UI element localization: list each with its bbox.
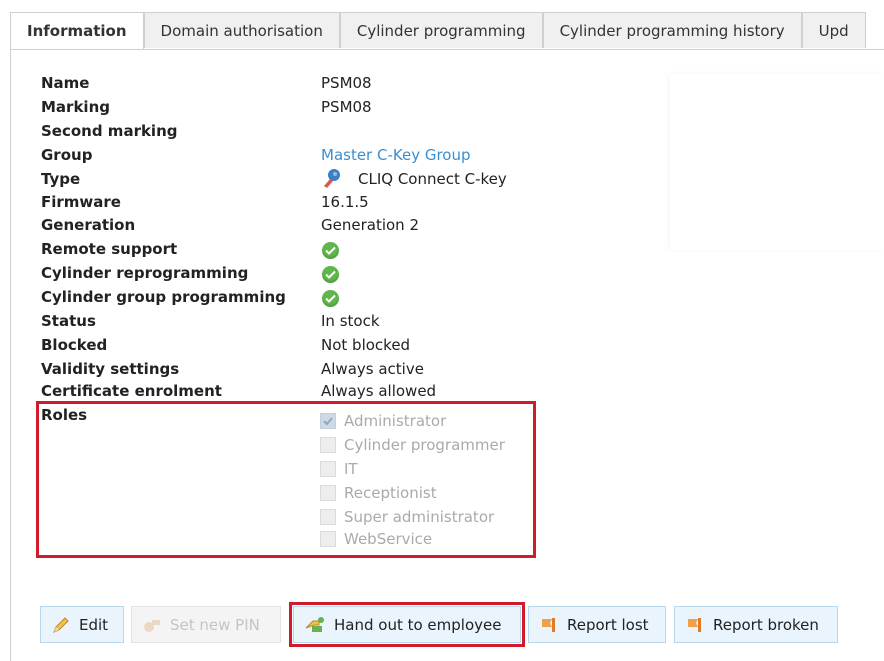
key-icon xyxy=(321,167,343,193)
role-cylinder-programmer: Cylinder programmer xyxy=(320,436,505,454)
validity-settings-label: Validity settings xyxy=(41,360,180,378)
second-marking-label: Second marking xyxy=(41,122,178,140)
cylinder-reprogramming-label: Cylinder reprogramming xyxy=(41,264,249,282)
role-administrator-checkbox[interactable] xyxy=(320,413,336,429)
report-broken-label: Report broken xyxy=(713,615,819,634)
type-value: CLIQ Connect C-key xyxy=(358,170,507,188)
edit-button[interactable]: Edit xyxy=(40,606,124,643)
hand-out-to-employee-button[interactable]: Hand out to employee xyxy=(293,606,521,643)
name-value: PSM08 xyxy=(321,74,372,92)
report-lost-label: Report lost xyxy=(567,615,649,634)
generation-label: Generation xyxy=(41,216,136,234)
group-link[interactable]: Master C-Key Group xyxy=(321,146,471,164)
certificate-enrolment-value: Always allowed xyxy=(321,382,437,400)
remote-support-label: Remote support xyxy=(41,240,178,258)
report-flag-icon xyxy=(685,615,705,635)
tab-domain-authorisation[interactable]: Domain authorisation xyxy=(143,12,340,48)
firmware-value: 16.1.5 xyxy=(321,193,369,211)
marking-value: PSM08 xyxy=(321,98,372,116)
pencil-icon xyxy=(51,615,71,635)
role-receptionist: Receptionist xyxy=(320,484,437,502)
cylinder-reprogramming-check-icon xyxy=(322,266,339,283)
status-value: In stock xyxy=(321,312,380,330)
blocked-label: Blocked xyxy=(41,336,108,354)
role-it-label: IT xyxy=(344,460,358,478)
tab-cylinder-programming-history[interactable]: Cylinder programming history xyxy=(542,12,802,48)
set-new-pin-button-label: Set new PIN xyxy=(170,615,260,634)
status-label: Status xyxy=(41,312,96,330)
tab-bar: Information Domain authorisation Cylinde… xyxy=(10,12,884,50)
generation-value: Generation 2 xyxy=(321,216,419,234)
validity-settings-value: Always active xyxy=(321,360,424,378)
role-receptionist-checkbox[interactable] xyxy=(320,485,336,501)
certificate-enrolment-label: Certificate enrolment xyxy=(41,382,222,400)
role-webservice-checkbox[interactable] xyxy=(320,531,336,547)
firmware-label: Firmware xyxy=(41,193,121,211)
cylinder-group-programming-check-icon xyxy=(322,290,339,307)
cylinder-group-programming-label: Cylinder group programming xyxy=(41,288,286,306)
roles-highlight xyxy=(36,401,536,558)
role-cylinder-programmer-label: Cylinder programmer xyxy=(344,436,505,454)
role-it-checkbox[interactable] xyxy=(320,461,336,477)
side-panel xyxy=(670,74,884,250)
role-receptionist-label: Receptionist xyxy=(344,484,437,502)
role-administrator-label: Administrator xyxy=(344,412,447,430)
pin-icon xyxy=(142,615,162,635)
type-label: Type xyxy=(41,170,81,188)
group-label: Group xyxy=(41,146,93,164)
hand-out-icon xyxy=(304,615,326,635)
tab-cylinder-programming[interactable]: Cylinder programming xyxy=(339,12,543,48)
role-super-administrator-label: Super administrator xyxy=(344,508,495,526)
role-super-administrator: Super administrator xyxy=(320,508,494,526)
report-broken-button[interactable]: Report broken xyxy=(674,606,838,643)
blocked-value: Not blocked xyxy=(321,336,411,354)
set-new-pin-button[interactable]: Set new PIN xyxy=(131,606,281,643)
role-super-administrator-checkbox[interactable] xyxy=(320,509,336,525)
tab-update[interactable]: Upd xyxy=(801,12,866,48)
remote-support-check-icon xyxy=(322,242,339,259)
marking-label: Marking xyxy=(41,98,110,116)
role-webservice-label: WebService xyxy=(344,530,433,548)
report-lost-button[interactable]: Report lost xyxy=(528,606,666,643)
role-webservice: WebService xyxy=(320,530,432,548)
role-cylinder-programmer-checkbox[interactable] xyxy=(320,437,336,453)
report-flag-icon xyxy=(539,615,559,635)
role-it: IT xyxy=(320,460,358,478)
name-label: Name xyxy=(41,74,90,92)
role-administrator: Administrator xyxy=(320,412,446,430)
tab-information[interactable]: Information xyxy=(10,12,144,49)
edit-button-label: Edit xyxy=(79,615,109,634)
hand-out-to-employee-label: Hand out to employee xyxy=(334,615,502,634)
